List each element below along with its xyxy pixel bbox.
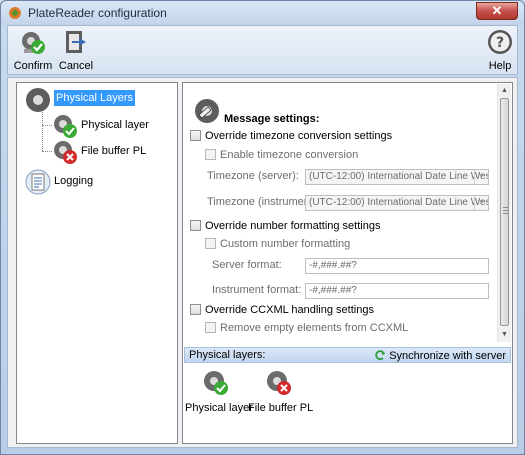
tree-connector — [42, 151, 52, 152]
tree-item-label: Physical Layers — [54, 90, 136, 106]
custom-number-label: Custom number formatting — [220, 238, 351, 250]
scroll-up-arrow-icon[interactable]: ▲ — [498, 84, 511, 98]
help-button[interactable]: ? Help — [484, 28, 516, 72]
instrument-format-input[interactable]: -#,###.##? — [305, 283, 489, 299]
message-settings-title: Message settings: — [224, 113, 320, 125]
toolbar: Confirm Cancel ? Help — [7, 25, 518, 75]
tree-item-logging[interactable]: Logging — [25, 169, 175, 195]
right-pane: Message settings: Override timezone conv… — [182, 82, 513, 444]
chevron-down-icon: ▼ — [474, 170, 488, 184]
timezone-server-label: Timezone (server): — [207, 170, 299, 182]
server-format-label: Server format: — [212, 259, 282, 271]
scroll-thumb[interactable] — [500, 98, 509, 326]
checkbox-box — [190, 220, 201, 231]
instrument-format-label: Instrument format: — [212, 284, 302, 296]
server-format-input[interactable]: -#,###.##? — [305, 258, 489, 274]
custom-number-checkbox[interactable]: Custom number formatting — [205, 238, 350, 250]
gear-check-icon — [204, 371, 228, 395]
override-timezone-label: Override timezone conversion settings — [205, 130, 393, 142]
gear-check-icon — [54, 115, 77, 138]
timezone-instrument-label: Timezone (instrument): — [207, 196, 320, 208]
tree-item-label: Logging — [54, 175, 94, 187]
app-icon — [9, 7, 21, 19]
file-buffer-pl-label: File buffer PL — [248, 402, 314, 414]
chevron-down-icon: ▼ — [474, 196, 488, 210]
plate-reader-config-window: PlateReader configuration ✕ Confirm Canc… — [0, 0, 525, 455]
refresh-icon — [375, 350, 386, 361]
physical-layer-item[interactable]: Physical layer — [185, 367, 253, 414]
settings-gear-icon — [195, 99, 219, 123]
synchronize-button[interactable]: Synchronize with server — [374, 349, 506, 362]
confirm-label: Confirm — [13, 60, 53, 72]
checkbox-box — [205, 149, 216, 160]
scroll-down-arrow-icon[interactable]: ▼ — [498, 328, 511, 342]
physical-layers-panel: Physical layers: Synchronize with server — [184, 347, 511, 442]
timezone-instrument-value: (UTC-12:00) International Date Line West — [309, 197, 489, 208]
help-icon: ? — [488, 30, 512, 54]
confirm-button[interactable]: Confirm — [13, 28, 53, 72]
gear-icon — [26, 88, 50, 112]
physical-layers-title: Physical layers: — [189, 349, 266, 361]
tree-connector — [42, 107, 43, 151]
timezone-server-select[interactable]: (UTC-12:00) International Date Line West… — [305, 169, 489, 185]
tree-item-physical-layers[interactable]: Physical Layers — [25, 87, 175, 112]
cancel-button[interactable]: Cancel — [56, 28, 96, 72]
override-ccxml-checkbox[interactable]: Override CCXML handling settings — [190, 304, 374, 316]
checkbox-box — [205, 322, 216, 333]
physical-layer-label: Physical layer — [185, 402, 253, 414]
tree-item-label: Physical layer — [81, 119, 149, 131]
timezone-instrument-select[interactable]: (UTC-12:00) International Date Line West… — [305, 195, 489, 211]
gear-error-icon — [267, 371, 291, 395]
gear-error-icon — [54, 141, 77, 164]
close-button[interactable]: ✕ — [476, 2, 518, 20]
override-number-checkbox[interactable]: Override number formatting settings — [190, 220, 380, 232]
cancel-icon — [66, 31, 86, 53]
window-title: PlateReader configuration — [28, 6, 167, 20]
checkbox-box — [190, 130, 201, 141]
enable-timezone-checkbox[interactable]: Enable timezone conversion — [205, 149, 358, 161]
override-timezone-checkbox[interactable]: Override timezone conversion settings — [190, 130, 392, 142]
override-ccxml-label: Override CCXML handling settings — [205, 304, 374, 316]
checkbox-box — [205, 238, 216, 249]
navigation-tree: Physical Layers Physical layer File buff… — [16, 82, 178, 444]
remove-empty-label: Remove empty elements from CCXML — [220, 322, 409, 334]
cancel-label: Cancel — [58, 60, 94, 72]
remove-empty-checkbox[interactable]: Remove empty elements from CCXML — [205, 322, 408, 334]
confirm-icon — [22, 32, 45, 54]
timezone-server-value: (UTC-12:00) International Date Line West — [309, 171, 489, 182]
tree-connector — [42, 125, 52, 126]
content-area: Physical Layers Physical layer File buff… — [7, 77, 518, 448]
file-buffer-pl-item[interactable]: File buffer PL — [248, 367, 314, 414]
title-bar[interactable]: PlateReader configuration ✕ — [1, 1, 524, 25]
message-settings-panel: Message settings: Override timezone conv… — [184, 84, 511, 342]
grip-line — [503, 207, 508, 208]
synchronize-label: Synchronize with server — [389, 350, 506, 362]
settings-scrollbar[interactable]: ▲ ▼ — [497, 84, 511, 342]
grip-line — [503, 213, 508, 214]
document-icon — [25, 169, 51, 195]
grip-line — [503, 210, 508, 211]
tree-item-physical-layer[interactable]: Physical layer — [52, 113, 177, 138]
help-label: Help — [488, 60, 512, 72]
override-number-label: Override number formatting settings — [205, 220, 381, 232]
enable-timezone-label: Enable timezone conversion — [220, 149, 359, 161]
svg-text:?: ? — [496, 35, 504, 51]
physical-layers-header: Physical layers: Synchronize with server — [184, 347, 511, 363]
tree-item-label: File buffer PL — [81, 145, 147, 157]
checkbox-box — [190, 304, 201, 315]
tree-item-file-buffer-pl[interactable]: File buffer PL — [52, 139, 177, 164]
